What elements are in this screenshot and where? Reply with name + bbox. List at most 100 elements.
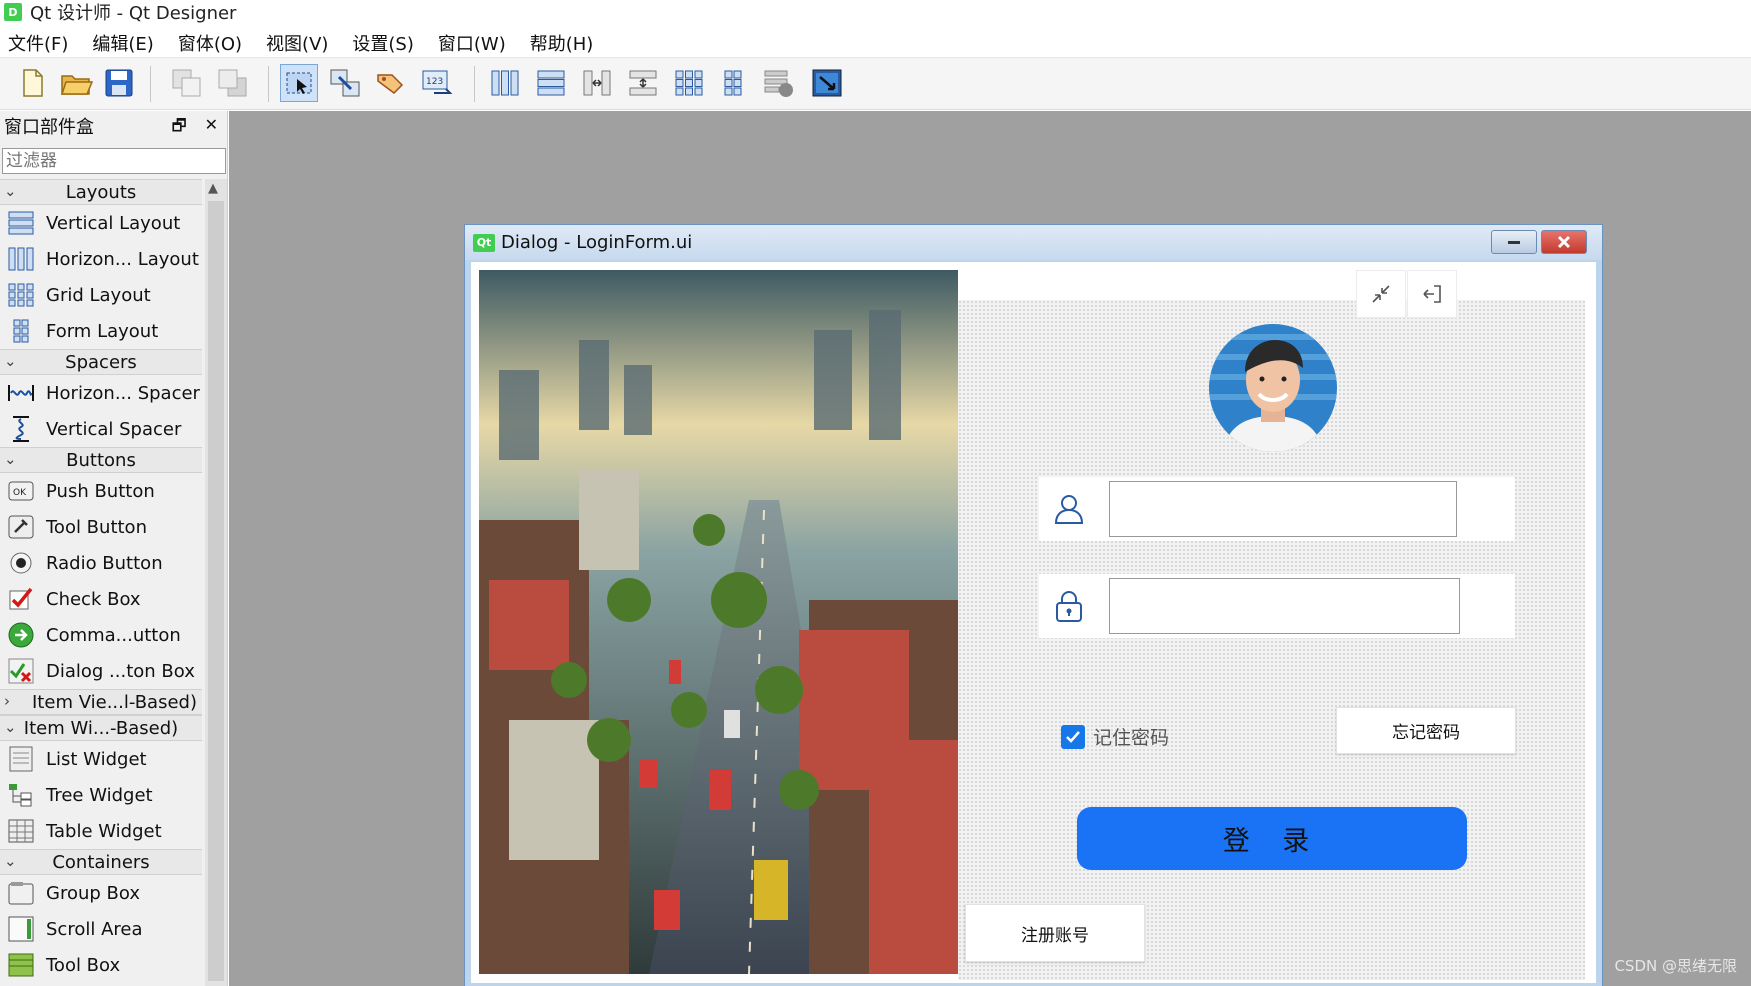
open-folder-icon (60, 75, 94, 95)
chevron-down-icon: ⌄ (4, 718, 17, 736)
menu-window[interactable]: 窗口(W) (438, 30, 506, 56)
window-title: Qt 设计师 - Qt Designer (30, 3, 237, 24)
vertical-layout-icon (6, 209, 36, 237)
category-item-widgets[interactable]: ⌄ Item Wi...-Based) (0, 715, 202, 741)
widget-item-command-link-button[interactable]: Comma...utton (0, 617, 202, 653)
scrollbar-thumb[interactable] (208, 201, 224, 981)
toolbar-separator (474, 66, 475, 102)
widget-item-label: Tool Button (46, 516, 147, 538)
close-button[interactable] (1541, 230, 1587, 254)
widget-item-tree-widget[interactable]: Tree Widget (0, 777, 202, 813)
widget-item-radio-button[interactable]: Radio Button (0, 545, 202, 581)
login-button[interactable]: 登 录 (1077, 807, 1467, 870)
lay-out-horizontally-button[interactable] (486, 64, 524, 102)
menu-edit[interactable]: 编辑(E) (92, 30, 153, 56)
send-to-back-button[interactable] (214, 64, 252, 102)
widget-box-dock: 窗口部件盒 🗗 ✕ ⌄ Layouts Vertical Layout Hori… (0, 111, 228, 986)
widget-item-check-box[interactable]: Check Box (0, 581, 202, 617)
widget-item-horizontal-layout[interactable]: Horizon... Layout (0, 241, 202, 277)
tool-box-icon (6, 951, 36, 979)
close-icon (1557, 235, 1571, 249)
category-containers[interactable]: ⌄ Containers (0, 849, 202, 875)
menu-help[interactable]: 帮助(H) (530, 30, 594, 56)
username-input[interactable] (1109, 481, 1457, 537)
horizontal-layout-icon (6, 245, 36, 273)
category-layouts[interactable]: ⌄ Layouts (0, 179, 202, 205)
widget-item-vertical-spacer[interactable]: Vertical Spacer (0, 411, 202, 447)
minimize-window-button[interactable] (1356, 270, 1406, 318)
widget-item-group-box[interactable]: Group Box (0, 875, 202, 911)
adjust-size-button[interactable] (808, 64, 846, 102)
register-account-button[interactable]: 注册账号 (965, 904, 1145, 962)
bring-to-front-button[interactable] (168, 64, 206, 102)
lay-out-vertically-button[interactable] (532, 64, 570, 102)
grid-layout-icon (6, 281, 36, 309)
chevron-down-icon: ⌄ (4, 352, 17, 370)
widget-item-label: Horizon... Layout (46, 248, 199, 270)
user-icon (1051, 491, 1087, 527)
widget-box-scrollbar[interactable]: ▲ (205, 179, 227, 986)
password-input[interactable] (1109, 578, 1460, 634)
menu-file[interactable]: 文件(F) (8, 30, 68, 56)
toolbar-separator (150, 66, 151, 102)
widget-item-list-widget[interactable]: List Widget (0, 741, 202, 777)
scroll-up-arrow-icon[interactable]: ▲ (208, 181, 218, 196)
new-file-button[interactable] (14, 64, 52, 102)
lay-out-h-splitter-button[interactable] (578, 64, 616, 102)
check-box-icon (6, 585, 36, 613)
svg-text:OK: OK (13, 488, 27, 498)
widget-item-label: Tool Box (46, 954, 121, 976)
widget-item-horizontal-spacer[interactable]: Horizon... Spacer (0, 375, 202, 411)
widget-item-scroll-area[interactable]: Scroll Area (0, 911, 202, 947)
widget-item-grid-layout[interactable]: Grid Layout (0, 277, 202, 313)
category-buttons[interactable]: ⌄ Buttons (0, 447, 202, 473)
toolbar-separator (268, 66, 269, 102)
category-item-views[interactable]: › Item Vie...l-Based) (0, 689, 202, 715)
qt-logo-icon: Qt (473, 233, 495, 252)
break-layout-button[interactable] (760, 64, 798, 102)
dialog-title-bar[interactable]: Qt Dialog - LoginForm.ui (465, 225, 1602, 260)
category-label: Spacers (65, 351, 137, 373)
exit-icon (1423, 285, 1441, 303)
menu-bar: 文件(F) 编辑(E) 窗体(O) 视图(V) 设置(S) 窗口(W) 帮助(H… (0, 28, 1751, 58)
widget-filter-input[interactable] (2, 148, 226, 174)
h-splitter-icon (583, 70, 611, 96)
edit-buddies-button[interactable] (372, 64, 410, 102)
edit-signals-slots-button[interactable] (326, 64, 364, 102)
user-avatar (1209, 324, 1337, 452)
menu-form[interactable]: 窗体(O) (178, 30, 242, 56)
widget-item-vertical-layout[interactable]: Vertical Layout (0, 205, 202, 241)
category-label: Item Vie...l-Based) (32, 691, 197, 713)
remember-password-checkbox[interactable]: 记住密码 (1061, 723, 1169, 750)
widget-item-table-widget[interactable]: Table Widget (0, 813, 202, 849)
save-button[interactable] (100, 64, 138, 102)
radio-button-icon (6, 549, 36, 577)
minimize-icon (1508, 241, 1520, 244)
send-back-icon (218, 69, 247, 97)
widget-item-push-button[interactable]: OK Push Button (0, 473, 202, 509)
widget-item-tool-button[interactable]: Tool Button (0, 509, 202, 545)
widget-item-form-layout[interactable]: Form Layout (0, 313, 202, 349)
push-button-icon: OK (6, 477, 36, 505)
widget-item-dialog-button-box[interactable]: Dialog ...ton Box (0, 653, 202, 689)
widget-item-tool-box[interactable]: Tool Box (0, 947, 202, 983)
float-dock-icon[interactable]: 🗗 (172, 115, 187, 142)
lay-out-form-button[interactable] (714, 64, 752, 102)
exit-button[interactable] (1407, 270, 1457, 318)
edit-widgets-icon (286, 72, 312, 94)
minimize-button[interactable] (1491, 230, 1537, 254)
lay-out-grid-button[interactable] (670, 64, 708, 102)
widget-item-label: Check Box (46, 588, 141, 610)
widget-item-label: Vertical Spacer (46, 418, 182, 440)
open-button[interactable] (58, 64, 96, 102)
lay-out-v-splitter-button[interactable] (624, 64, 662, 102)
edit-tab-order-button[interactable]: 123 (418, 64, 456, 102)
menu-view[interactable]: 视图(V) (266, 30, 328, 56)
edit-widgets-button[interactable] (280, 64, 318, 102)
vertical-layout-icon (537, 70, 565, 96)
category-label: Item Wi...-Based) (23, 717, 179, 739)
forgot-password-button[interactable]: 忘记密码 (1336, 707, 1516, 754)
menu-settings[interactable]: 设置(S) (352, 30, 413, 56)
close-dock-icon[interactable]: ✕ (205, 115, 218, 142)
category-spacers[interactable]: ⌄ Spacers (0, 349, 202, 375)
